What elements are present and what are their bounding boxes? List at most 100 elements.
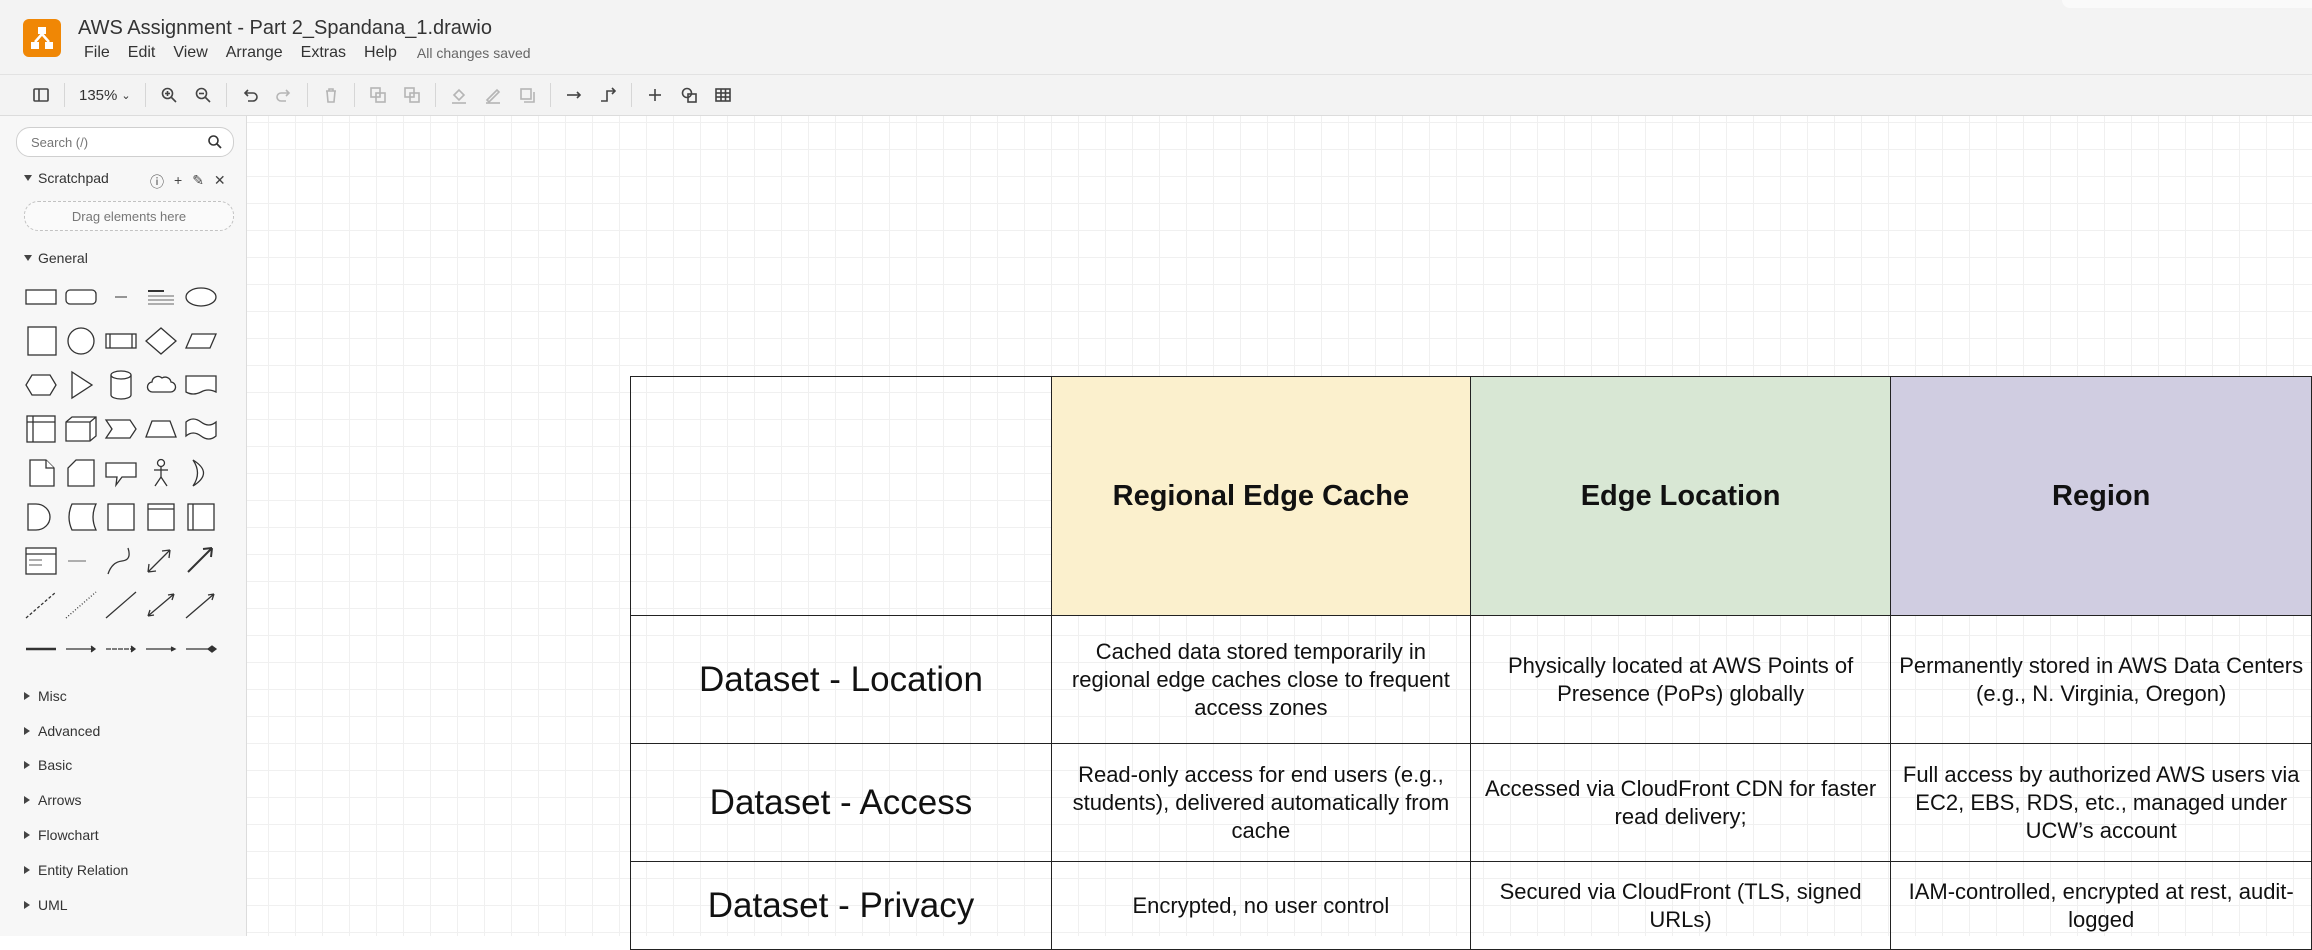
horizontal-container-shape[interactable] <box>184 502 218 532</box>
search-input[interactable] <box>29 134 203 151</box>
empty-corner-cell[interactable] <box>630 376 1052 616</box>
table-cell[interactable]: Physically located at AWS Points of Pres… <box>1469 615 1892 744</box>
list-item-shape[interactable] <box>64 546 98 576</box>
callout-shape[interactable] <box>104 458 138 488</box>
text-shape[interactable] <box>104 282 138 312</box>
waypoints-icon[interactable] <box>591 80 625 110</box>
zoom-out-icon[interactable] <box>186 80 220 110</box>
menu-file[interactable]: File <box>84 44 110 62</box>
section-advanced[interactable]: Advanced <box>24 723 100 739</box>
association-link-shape[interactable] <box>144 634 178 664</box>
hexagon-shape[interactable] <box>24 370 58 400</box>
data-storage-shape[interactable] <box>64 502 98 532</box>
connection-arrow-icon[interactable] <box>557 80 591 110</box>
add-icon[interactable]: + <box>174 172 182 192</box>
menu-extras[interactable]: Extras <box>301 44 346 62</box>
card-shape[interactable] <box>64 458 98 488</box>
edit-icon[interactable]: ✎ <box>192 172 204 192</box>
table-cell[interactable]: Full access by authorized AWS users via … <box>1890 743 2312 862</box>
process-shape[interactable] <box>104 326 138 356</box>
rectangle-shape[interactable] <box>24 282 58 312</box>
line-color-icon[interactable] <box>476 80 510 110</box>
fill-color-icon[interactable] <box>442 80 476 110</box>
zoom-in-icon[interactable] <box>152 80 186 110</box>
table-icon[interactable] <box>706 80 740 110</box>
menu-arrange[interactable]: Arrange <box>226 44 283 62</box>
cylinder-shape[interactable] <box>104 370 138 400</box>
to-front-icon[interactable] <box>361 80 395 110</box>
menu-help[interactable]: Help <box>364 44 397 62</box>
directional-connector-shape[interactable] <box>184 590 218 620</box>
actor-shape[interactable] <box>144 458 178 488</box>
circle-shape[interactable] <box>64 326 98 356</box>
table-cell[interactable]: Cached data stored temporarily in region… <box>1050 615 1471 744</box>
table-cell[interactable]: Encrypted, no user control <box>1050 861 1471 950</box>
table-cell[interactable]: Accessed via CloudFront CDN for faster r… <box>1469 743 1892 862</box>
section-uml[interactable]: UML <box>24 897 68 913</box>
undo-icon[interactable] <box>233 80 267 110</box>
vertical-container-shape[interactable] <box>144 502 178 532</box>
dashed-line-shape[interactable] <box>24 590 58 620</box>
section-misc[interactable]: Misc <box>24 688 67 704</box>
line-shape[interactable] <box>104 590 138 620</box>
tape-shape[interactable] <box>184 414 218 444</box>
shape-search[interactable] <box>16 127 234 157</box>
or-shape[interactable] <box>184 458 218 488</box>
header-edge-location[interactable]: Edge Location <box>1469 376 1892 616</box>
format-panel-toggle-icon[interactable] <box>24 80 58 110</box>
arrow-shape[interactable] <box>184 546 218 576</box>
bidirectional-arrow-shape[interactable] <box>144 546 178 576</box>
search-icon[interactable] <box>207 134 223 150</box>
row-label[interactable]: Dataset - Access <box>630 743 1052 862</box>
row-label[interactable]: Dataset - Location <box>630 615 1052 744</box>
header-regional-edge-cache[interactable]: Regional Edge Cache <box>1050 376 1471 616</box>
arrow-link-shape[interactable] <box>64 634 98 664</box>
cube-shape[interactable] <box>64 414 98 444</box>
internal-storage-shape[interactable] <box>24 414 58 444</box>
menu-edit[interactable]: Edit <box>128 44 156 62</box>
dashed-arrow-link-shape[interactable] <box>104 634 138 664</box>
triangle-shape[interactable] <box>64 370 98 400</box>
textbox-shape[interactable] <box>144 282 178 312</box>
section-entity-relation[interactable]: Entity Relation <box>24 862 128 878</box>
table-cell[interactable]: Permanently stored in AWS Data Centers (… <box>1890 615 2312 744</box>
header-region[interactable]: Region <box>1890 376 2312 616</box>
scratchpad-dropzone[interactable]: Drag elements here <box>24 201 234 231</box>
row-label[interactable]: Dataset - Privacy <box>630 861 1052 950</box>
container-shape[interactable] <box>104 502 138 532</box>
shapes-icon[interactable] <box>672 80 706 110</box>
to-back-icon[interactable] <box>395 80 429 110</box>
trapezoid-shape[interactable] <box>144 414 178 444</box>
table-cell[interactable]: IAM-controlled, encrypted at rest, audit… <box>1890 861 2312 950</box>
step-shape[interactable] <box>104 414 138 444</box>
document-shape[interactable] <box>184 370 218 400</box>
document-title[interactable]: AWS Assignment - Part 2_Spandana_1.drawi… <box>78 17 492 40</box>
menu-view[interactable]: View <box>173 44 207 62</box>
thick-link-shape[interactable] <box>24 634 58 664</box>
ellipse-shape[interactable] <box>184 282 218 312</box>
rounded-rectangle-shape[interactable] <box>64 282 98 312</box>
help-icon[interactable]: ⓘ <box>150 172 164 192</box>
diamond-shape[interactable] <box>144 326 178 356</box>
section-flowchart[interactable]: Flowchart <box>24 827 99 843</box>
zoom-dropdown[interactable]: 135% ⌄ <box>71 87 139 104</box>
shadow-icon[interactable] <box>510 80 544 110</box>
composition-link-shape[interactable] <box>184 634 218 664</box>
dotted-line-shape[interactable] <box>64 590 98 620</box>
scratchpad-header[interactable]: Scratchpad <box>24 170 109 186</box>
general-header[interactable]: General <box>24 250 88 266</box>
parallelogram-shape[interactable] <box>184 326 218 356</box>
and-shape[interactable] <box>24 502 58 532</box>
list-shape[interactable] <box>24 546 58 576</box>
table-cell[interactable]: Secured via CloudFront (TLS, signed URLs… <box>1469 861 1892 950</box>
curve-shape[interactable] <box>104 546 138 576</box>
table-cell[interactable]: Read-only access for end users (e.g., st… <box>1050 743 1471 862</box>
insert-plus-icon[interactable] <box>638 80 672 110</box>
delete-icon[interactable] <box>314 80 348 110</box>
diagram-canvas[interactable]: Regional Edge Cache Edge Location Region… <box>247 116 2312 950</box>
cloud-shape[interactable] <box>144 370 178 400</box>
bidirectional-connector-shape[interactable] <box>144 590 178 620</box>
section-basic[interactable]: Basic <box>24 757 72 773</box>
comparison-table[interactable]: Regional Edge Cache Edge Location Region… <box>630 376 2312 950</box>
square-shape[interactable] <box>24 326 58 356</box>
